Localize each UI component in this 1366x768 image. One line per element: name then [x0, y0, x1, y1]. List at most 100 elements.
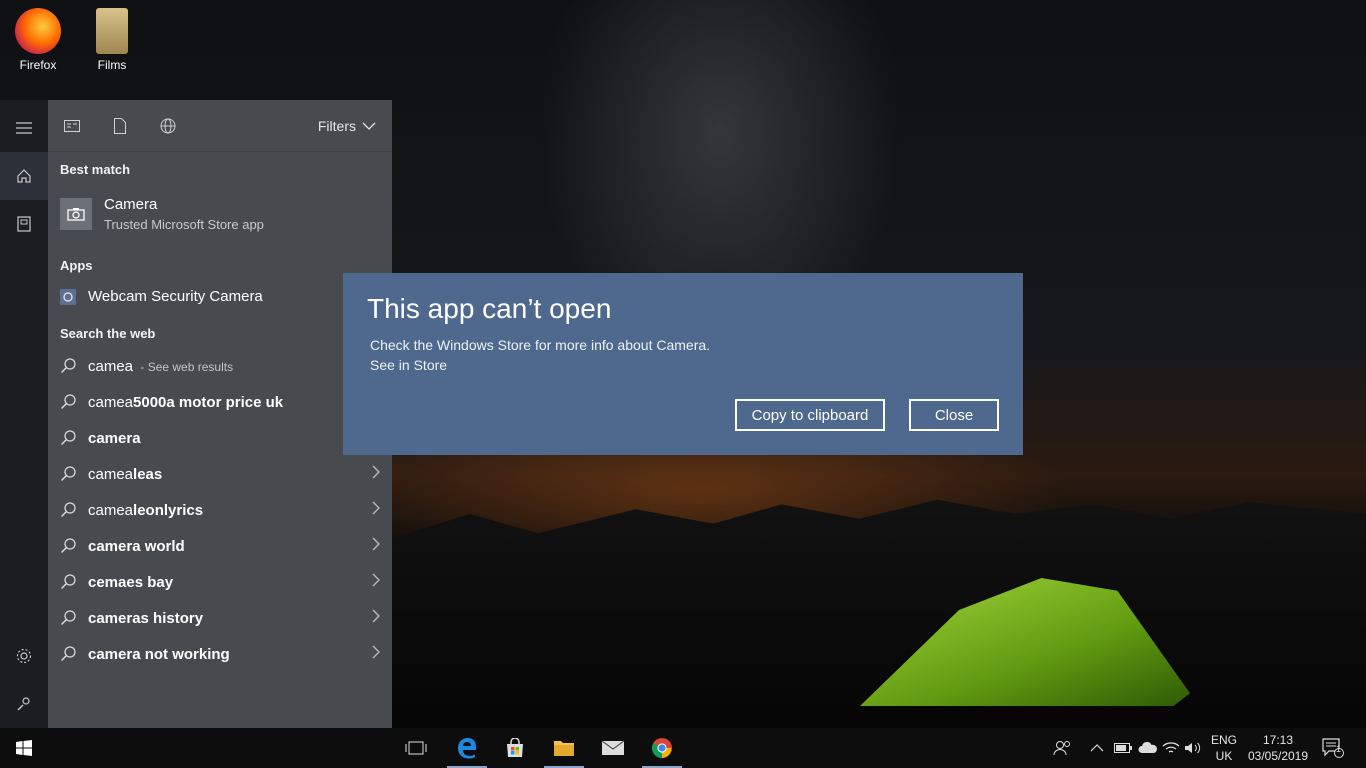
start-rail — [0, 100, 48, 728]
query-typed: camea — [88, 393, 134, 411]
web-result-query: camealeas — [88, 466, 166, 483]
clock-date: 03/05/2019 — [1247, 749, 1309, 763]
best-match-camera[interactable]: Camera Trusted Microsoft Store app — [60, 196, 264, 232]
search-web-header: Search the web — [60, 326, 156, 341]
search-icon — [60, 358, 76, 374]
home-button[interactable] — [0, 152, 48, 200]
lang-line2: UK — [1215, 749, 1233, 763]
task-view-button[interactable] — [392, 728, 440, 768]
web-result-query: camera world — [88, 538, 189, 555]
scope-apps-button[interactable] — [48, 100, 96, 152]
web-result-query: camera — [88, 430, 145, 447]
apps-scope-icon — [64, 119, 80, 132]
action-center-button[interactable]: 1 — [1322, 728, 1344, 768]
input-language-button[interactable]: ENG UK — [1206, 732, 1242, 764]
camera-icon — [60, 198, 92, 230]
query-suggestion: leonlyrics — [133, 501, 204, 519]
hamburger-menu-button[interactable] — [0, 104, 48, 152]
search-icon — [60, 394, 76, 410]
onedrive-cloud-icon — [1138, 742, 1157, 753]
settings-button[interactable] — [0, 632, 48, 680]
best-match-header: Best match — [60, 162, 131, 177]
query-suggestion: camera not working — [88, 645, 230, 663]
taskbar: ENG UK 17:13 03/05/2019 1 — [0, 728, 1366, 768]
chevron-right-icon[interactable] — [372, 501, 380, 519]
web-result-row[interactable]: cameras history — [60, 600, 380, 636]
web-result-row[interactable]: camea - See web results — [60, 348, 380, 384]
notebook-button[interactable] — [0, 200, 48, 248]
query-suggestion: camera world — [88, 537, 185, 555]
search-icon — [60, 538, 76, 554]
web-result-query: cameras history — [88, 610, 207, 627]
volume-icon — [1185, 742, 1201, 754]
search-panel: Filters Best match Camera Trusted Micros… — [48, 100, 392, 728]
web-result-row[interactable]: camera not working — [60, 636, 380, 672]
dialog-title: This app can’t open — [367, 293, 612, 324]
query-typed: camea — [88, 357, 134, 375]
desktop-icon-label: Firefox — [19, 58, 57, 72]
gear-icon — [16, 648, 32, 664]
filters-label: Filters — [317, 117, 356, 134]
web-result-row[interactable]: camea5000a motor price uk — [60, 384, 380, 420]
search-icon — [60, 502, 76, 518]
see-in-store-link[interactable]: See in Store — [370, 357, 447, 373]
chevron-right-icon[interactable] — [372, 645, 380, 663]
web-result-row[interactable]: cemaes bay — [60, 564, 380, 600]
web-result-row[interactable]: camera world — [60, 528, 380, 564]
hamburger-icon — [16, 122, 32, 134]
chevron-right-icon[interactable] — [372, 573, 380, 591]
web-result-row[interactable]: camealeonlyrics — [60, 492, 380, 528]
query-suggestion: leas — [133, 465, 163, 483]
mail-icon — [601, 740, 625, 755]
desktop-icon-films[interactable]: Films — [82, 8, 142, 72]
onedrive-button[interactable] — [1138, 728, 1158, 768]
search-icon — [60, 466, 76, 482]
query-typed: camea — [88, 501, 134, 519]
folder-icon — [554, 741, 574, 756]
web-result-row[interactable]: camealeas — [60, 456, 380, 492]
chevron-up-icon — [1090, 744, 1104, 752]
scope-documents-button[interactable] — [96, 100, 144, 152]
app-result-label: Webcam Security Camera — [88, 288, 263, 305]
search-icon — [60, 430, 76, 446]
taskbar-file-explorer[interactable] — [540, 728, 588, 768]
start-button[interactable] — [0, 728, 48, 768]
app-result-webcam[interactable]: Webcam Security Camera — [60, 288, 263, 305]
people-button[interactable] — [1052, 728, 1072, 768]
chevron-right-icon[interactable] — [372, 537, 380, 555]
taskbar-store[interactable] — [491, 728, 539, 768]
task-view-icon — [405, 741, 427, 755]
notebook-icon — [17, 216, 31, 232]
query-suggestion: camera — [88, 429, 141, 447]
clock-button[interactable]: 17:13 03/05/2019 — [1240, 732, 1316, 764]
globe-icon — [160, 118, 176, 133]
app-error-dialog: This app can’t open Check the Windows St… — [343, 273, 1023, 455]
copy-to-clipboard-button[interactable]: Copy to clipboard — [735, 399, 885, 431]
feedback-button[interactable] — [0, 680, 48, 728]
chevron-down-icon — [362, 122, 376, 130]
query-hint: - See web results — [137, 359, 234, 374]
web-result-row[interactable]: camera — [60, 420, 380, 456]
close-button[interactable]: Close — [909, 399, 999, 431]
show-hidden-icons-button[interactable] — [1090, 728, 1104, 768]
chevron-right-icon[interactable] — [372, 609, 380, 627]
web-result-query: camea - See web results — [88, 358, 233, 375]
chevron-right-icon[interactable] — [372, 465, 380, 483]
web-result-query: camealeonlyrics — [88, 502, 207, 519]
network-button[interactable] — [1162, 728, 1180, 768]
taskbar-edge[interactable] — [443, 728, 491, 768]
best-match-subtitle: Trusted Microsoft Store app — [104, 217, 264, 232]
taskbar-mail[interactable] — [589, 728, 637, 768]
battery-button[interactable] — [1114, 728, 1132, 768]
volume-button[interactable] — [1184, 728, 1202, 768]
desktop-icon-firefox[interactable]: Firefox — [8, 8, 68, 72]
search-icon — [60, 610, 76, 626]
edge-icon — [458, 738, 476, 759]
store-icon — [507, 738, 523, 757]
taskbar-chrome[interactable] — [638, 728, 686, 768]
filters-dropdown[interactable]: Filters — [318, 118, 376, 134]
scope-web-button[interactable] — [144, 100, 192, 152]
feedback-icon — [17, 697, 30, 711]
home-icon — [17, 169, 31, 183]
people-icon — [1053, 741, 1070, 756]
